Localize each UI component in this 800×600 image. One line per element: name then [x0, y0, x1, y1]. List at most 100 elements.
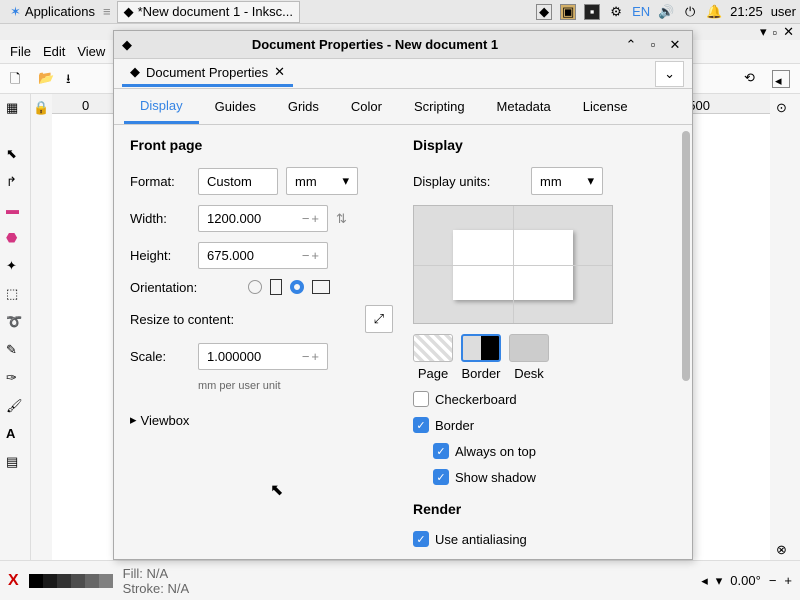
width-input[interactable]: 1200.000 −+: [198, 205, 328, 232]
chevron-down-icon: ▾: [587, 173, 594, 189]
tray-power-icon[interactable]: ⏻: [682, 4, 698, 20]
3dbox-tool-icon[interactable]: ⬚: [6, 286, 24, 304]
dialog-scrollbar[interactable]: [682, 131, 690, 381]
antialiasing-checkbox[interactable]: ✓: [413, 531, 429, 547]
tray-notification-icon[interactable]: 🔔: [706, 4, 722, 20]
bg-tab-desk[interactable]: Desk: [509, 334, 549, 381]
palette-none[interactable]: X: [8, 572, 19, 590]
dialog-app-icon: ◆: [122, 37, 132, 53]
text-tool-icon[interactable]: A: [6, 426, 24, 444]
rotation-value[interactable]: 0.00°: [730, 573, 761, 588]
tab-license[interactable]: License: [567, 91, 644, 122]
bg-tab-page[interactable]: Page: [413, 334, 453, 381]
tray-camera-icon[interactable]: ▣: [560, 4, 576, 20]
scale-input[interactable]: 1.000000 −+: [198, 343, 328, 370]
tray-clock[interactable]: 21:25: [730, 4, 763, 19]
rect-tool-icon[interactable]: ▬: [6, 202, 24, 220]
border-checkbox[interactable]: ✓: [413, 417, 429, 433]
window-close-icon[interactable]: ✕: [783, 24, 794, 40]
window-maximize-icon[interactable]: ▫: [772, 25, 777, 40]
new-doc-icon[interactable]: 🗋: [10, 70, 28, 88]
circle-tool-icon[interactable]: ⬣: [6, 230, 24, 248]
fill-label: Fill:: [123, 566, 143, 581]
inner-tab-docprops[interactable]: ◆ Document Properties ✕: [122, 60, 293, 87]
tool-b-icon[interactable]: ◂: [772, 70, 790, 88]
viewbox-expander[interactable]: ▸ Viewbox: [130, 412, 393, 428]
rgb-icon[interactable]: ⊗: [776, 542, 794, 560]
lock-icon[interactable]: 🔒: [33, 100, 49, 116]
tab-grids[interactable]: Grids: [272, 91, 335, 122]
tab-display[interactable]: Display: [124, 90, 199, 124]
display-units-select[interactable]: mm ▾: [531, 167, 603, 195]
zoom-in-icon[interactable]: +: [784, 573, 792, 588]
bg-tab-border[interactable]: Border: [461, 334, 501, 381]
bg-page-label: Page: [418, 366, 448, 381]
tool-a-icon[interactable]: ⟲: [744, 70, 762, 88]
tray-volume-icon[interactable]: 🔊: [658, 4, 674, 20]
menu-file[interactable]: File: [10, 44, 31, 59]
tab-scripting[interactable]: Scripting: [398, 91, 481, 122]
tray-lang[interactable]: EN: [632, 4, 650, 19]
palette-menu-icon[interactable]: ◂: [701, 573, 708, 589]
window-minimize-icon[interactable]: ▾: [760, 24, 767, 40]
menu-edit[interactable]: Edit: [43, 44, 65, 59]
tray-terminal-icon[interactable]: ▪: [584, 4, 600, 20]
zoom-out-icon[interactable]: −: [769, 573, 777, 588]
save-icon[interactable]: ⭳: [66, 70, 84, 88]
taskbar-inkscape[interactable]: ◆ *New document 1 - Inksc...: [117, 1, 300, 23]
dialog-title: Document Properties - New document 1: [132, 37, 618, 52]
applications-menu[interactable]: ✶ Applications: [4, 2, 101, 22]
pencil-tool-icon[interactable]: ✎: [6, 342, 24, 360]
minus-icon[interactable]: −: [302, 248, 310, 263]
gradient-tool-icon[interactable]: ▤: [6, 454, 24, 472]
minus-icon[interactable]: −: [302, 349, 310, 364]
dialog-inner-header: ◆ Document Properties ✕ ⌄: [114, 59, 692, 89]
menu-view[interactable]: View: [77, 44, 105, 59]
minus-icon[interactable]: −: [302, 211, 310, 226]
system-tray: ◆ ▣ ▪ ⚙ EN 🔊 ⏻ 🔔 21:25 user: [536, 4, 796, 20]
selector-tool-icon[interactable]: ⬉: [6, 146, 24, 164]
group-icon[interactable]: ▦: [6, 100, 24, 118]
tray-user[interactable]: user: [771, 4, 796, 19]
snap-icon[interactable]: ⊙: [776, 100, 794, 118]
tab-metadata[interactable]: Metadata: [481, 91, 567, 122]
inner-tab-close-icon[interactable]: ✕: [274, 64, 285, 80]
format-select[interactable]: Custom: [198, 168, 278, 195]
background-tabs: Page Border Desk: [413, 334, 676, 381]
always-on-top-checkbox[interactable]: ✓: [433, 443, 449, 459]
height-input[interactable]: 675.000 −+: [198, 242, 328, 269]
dialog-maximize-icon[interactable]: ▫: [644, 36, 662, 54]
document-properties-dialog: ◆ Document Properties - New document 1 ⌃…: [113, 30, 693, 560]
orientation-portrait-radio[interactable]: [248, 280, 262, 294]
palette-chevron-icon[interactable]: ▾: [716, 573, 723, 589]
tab-color[interactable]: Color: [335, 91, 398, 122]
checkerboard-checkbox[interactable]: [413, 391, 429, 407]
node-tool-icon[interactable]: ↱: [6, 174, 24, 192]
calligraphy-tool-icon[interactable]: 🖌: [6, 398, 24, 416]
tray-app-icon[interactable]: ◆: [536, 4, 552, 20]
stroke-value: N/A: [167, 581, 189, 596]
plus-icon[interactable]: +: [311, 349, 319, 364]
spiral-tool-icon[interactable]: ➰: [6, 314, 24, 332]
expand-button[interactable]: ⌄: [655, 61, 684, 87]
resize-to-content-button[interactable]: ⤢: [365, 305, 393, 333]
format-unit-select[interactable]: mm ▾: [286, 167, 358, 195]
link-dims-icon[interactable]: ⇅: [336, 211, 347, 227]
plus-icon[interactable]: +: [311, 211, 319, 226]
dialog-rollup-icon[interactable]: ⌃: [622, 36, 640, 54]
tray-network-icon[interactable]: ⚙: [608, 4, 624, 20]
page-chip: [413, 334, 453, 362]
pen-tool-icon[interactable]: ✑: [6, 370, 24, 388]
dialog-close-icon[interactable]: ✕: [666, 36, 684, 54]
color-palette[interactable]: [29, 574, 113, 588]
show-shadow-checkbox[interactable]: ✓: [433, 469, 449, 485]
star-tool-icon[interactable]: ✦: [6, 258, 24, 276]
scale-value: 1.000000: [207, 349, 261, 364]
border-chip: [461, 334, 501, 362]
orientation-landscape-radio[interactable]: [290, 280, 304, 294]
dialog-titlebar[interactable]: ◆ Document Properties - New document 1 ⌃…: [114, 31, 692, 59]
open-icon[interactable]: 📂: [38, 70, 56, 88]
desk-chip: [509, 334, 549, 362]
tab-guides[interactable]: Guides: [199, 91, 272, 122]
plus-icon[interactable]: +: [311, 248, 319, 263]
